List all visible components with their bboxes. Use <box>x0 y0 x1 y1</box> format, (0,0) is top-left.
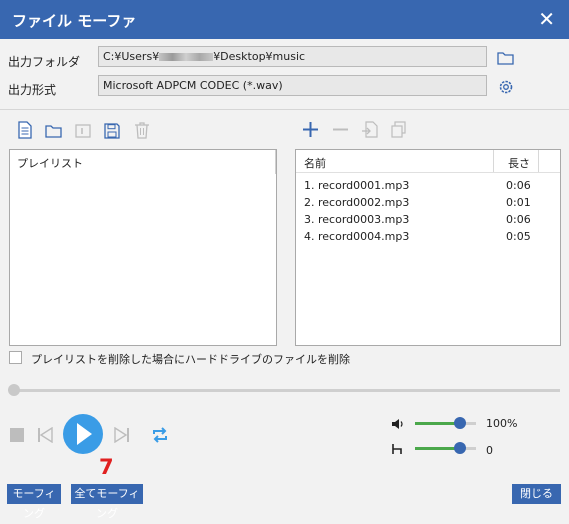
rename-icon <box>75 124 91 138</box>
redacted-username <box>159 53 214 61</box>
morph-all-button[interactable]: 全てモーフィング <box>71 484 143 520</box>
file-row-name[interactable]: 1. record0001.mp3 <box>304 179 409 192</box>
morph-button[interactable]: モーフィング <box>7 484 61 520</box>
seek-handle[interactable] <box>8 384 20 396</box>
volume-slider-handle[interactable] <box>454 417 467 429</box>
title-bar: ファイル モーファ ✕ <box>0 0 569 39</box>
playlist-header: プレイリスト <box>10 150 276 172</box>
column-divider <box>538 150 539 172</box>
file-row-name[interactable]: 2. record0002.mp3 <box>304 196 409 209</box>
file-row-name[interactable]: 4. record0004.mp3 <box>304 230 409 243</box>
folder-path-suffix: ¥Desktop¥music <box>213 50 306 63</box>
speaker-icon <box>392 419 403 429</box>
save-icon[interactable] <box>104 123 120 139</box>
delete-files-label: プレイリストを削除した場合にハードドライブのファイルを削除 <box>31 353 350 366</box>
file-list-panel[interactable]: 名前 長さ 1. record0001.mp3 0:06 2. record00… <box>295 149 561 346</box>
file-row-length: 0:06 <box>506 213 531 226</box>
playlist-scrollbar[interactable] <box>275 150 276 174</box>
column-divider <box>493 150 494 172</box>
pitch-value: 0 <box>486 444 493 457</box>
open-folder-icon[interactable] <box>45 124 63 138</box>
output-folder-field[interactable]: C:¥Users¥ ¥Desktop¥music <box>98 46 487 67</box>
play-icon[interactable] <box>62 413 104 455</box>
output-format-field[interactable]: Microsoft ADPCM CODEC (*.wav) <box>98 75 487 96</box>
stop-icon[interactable] <box>9 427 25 443</box>
file-row-length: 0:05 <box>506 230 531 243</box>
column-length[interactable]: 長さ <box>508 155 530 171</box>
remove-icon <box>333 128 348 131</box>
next-icon[interactable] <box>114 427 130 443</box>
add-icon[interactable] <box>302 121 319 138</box>
close-icon[interactable]: ✕ <box>538 7 555 31</box>
pitch-slider-handle[interactable] <box>454 442 467 454</box>
window-title: ファイル モーファ <box>12 12 137 30</box>
folder-path-prefix: C:¥Users¥ <box>103 50 160 63</box>
copy-icon <box>391 121 406 138</box>
new-playlist-icon[interactable] <box>17 121 33 139</box>
divider <box>0 109 569 110</box>
folder-icon[interactable] <box>497 51 515 65</box>
delete-files-checkbox[interactable] <box>9 351 22 364</box>
seek-bar[interactable] <box>9 389 560 392</box>
step-marker: 7 <box>99 455 114 479</box>
trash-icon <box>135 122 149 139</box>
repeat-icon[interactable] <box>151 427 169 443</box>
file-list-header: 名前 長さ <box>296 150 560 173</box>
pitch-icon <box>392 444 402 454</box>
file-row-length: 0:01 <box>506 196 531 209</box>
playlist-header-label: プレイリスト <box>17 157 83 170</box>
import-icon <box>362 121 378 138</box>
output-format-label: 出力形式 <box>8 83 57 97</box>
file-row-length: 0:06 <box>506 179 531 192</box>
close-button[interactable]: 閉じる <box>512 484 561 504</box>
column-name[interactable]: 名前 <box>304 155 326 171</box>
previous-icon[interactable] <box>37 427 53 443</box>
playlist-panel[interactable]: プレイリスト <box>9 149 277 346</box>
gear-icon[interactable] <box>497 78 515 96</box>
file-row-name[interactable]: 3. record0003.mp3 <box>304 213 409 226</box>
output-folder-label: 出力フォルダ <box>8 55 81 69</box>
volume-value: 100% <box>486 417 518 430</box>
